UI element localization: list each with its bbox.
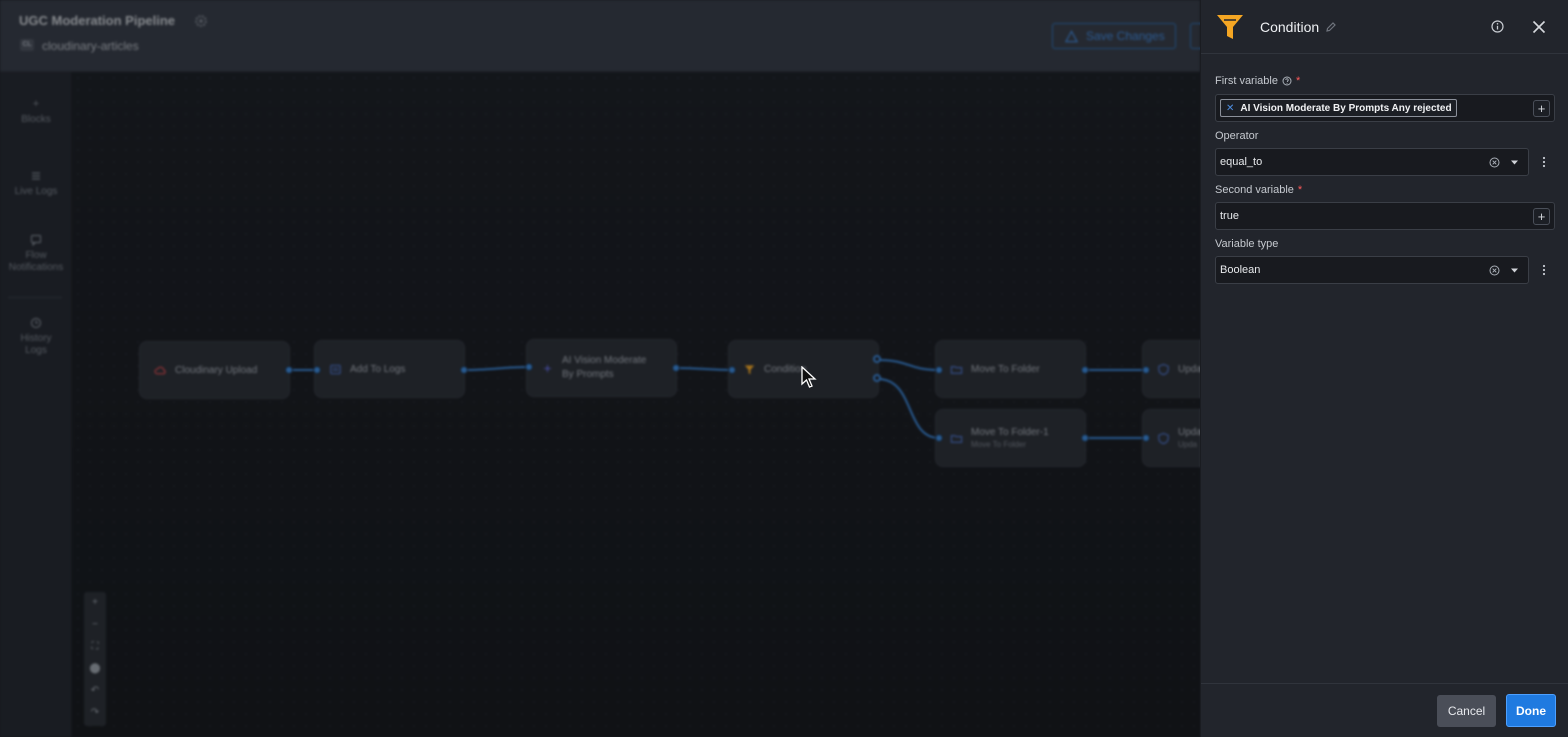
first-variable-field[interactable]: ✕ AI Vision Moderate By Prompts Any reje… bbox=[1215, 94, 1555, 122]
variable-type-value: Boolean bbox=[1220, 264, 1261, 276]
panel-footer: Cancel Done bbox=[1201, 683, 1568, 737]
more-options-icon[interactable] bbox=[1539, 155, 1549, 169]
done-button[interactable]: Done bbox=[1506, 694, 1556, 727]
second-variable-label-text: Second variable bbox=[1215, 184, 1294, 196]
condition-panel: Condition First variable * ✕ AI Vision M… bbox=[1200, 0, 1568, 737]
chip-text: AI Vision Moderate By Prompts Any reject… bbox=[1240, 102, 1452, 114]
modal-dim-overlay[interactable] bbox=[0, 0, 1200, 737]
mouse-cursor-icon bbox=[801, 366, 817, 388]
add-second-variable-button[interactable]: + bbox=[1533, 208, 1550, 225]
variable-type-label-text: Variable type bbox=[1215, 238, 1279, 250]
funnel-icon bbox=[1217, 15, 1243, 39]
close-icon[interactable] bbox=[1530, 18, 1548, 36]
info-icon[interactable] bbox=[1490, 19, 1505, 34]
chevron-down-icon[interactable] bbox=[1510, 159, 1519, 166]
help-icon[interactable] bbox=[1282, 76, 1292, 86]
variable-chip: ✕ AI Vision Moderate By Prompts Any reje… bbox=[1220, 99, 1457, 117]
first-variable-label-text: First variable bbox=[1215, 75, 1278, 87]
panel-header: Condition bbox=[1201, 0, 1568, 54]
clear-circle-icon[interactable] bbox=[1489, 265, 1500, 276]
variable-type-label: Variable type bbox=[1215, 238, 1278, 250]
first-variable-label: First variable * bbox=[1215, 75, 1300, 87]
pencil-icon[interactable] bbox=[1325, 21, 1337, 33]
chevron-down-icon[interactable] bbox=[1510, 267, 1519, 274]
second-variable-field[interactable]: true + bbox=[1215, 202, 1555, 230]
operator-value: equal_to bbox=[1220, 156, 1263, 168]
required-asterisk: * bbox=[1297, 184, 1303, 196]
operator-label-text: Operator bbox=[1215, 130, 1259, 142]
add-first-variable-button[interactable]: + bbox=[1533, 100, 1550, 117]
workflow-editor-background: UGC Moderation Pipeline CL cloudinary-ar… bbox=[0, 0, 1242, 737]
second-variable-value: true bbox=[1220, 210, 1239, 222]
clear-circle-icon[interactable] bbox=[1489, 157, 1500, 168]
cancel-button[interactable]: Cancel bbox=[1437, 695, 1496, 727]
panel-title: Condition bbox=[1260, 19, 1320, 35]
variable-type-select[interactable]: Boolean bbox=[1215, 256, 1529, 284]
second-variable-label: Second variable * bbox=[1215, 184, 1302, 196]
chip-remove-icon[interactable]: ✕ bbox=[1226, 103, 1234, 114]
operator-label: Operator bbox=[1215, 130, 1258, 142]
operator-select[interactable]: equal_to bbox=[1215, 148, 1529, 176]
required-asterisk: * bbox=[1295, 75, 1301, 87]
more-options-icon[interactable] bbox=[1539, 263, 1549, 277]
app-root: UGC Moderation Pipeline CL cloudinary-ar… bbox=[0, 0, 1568, 737]
